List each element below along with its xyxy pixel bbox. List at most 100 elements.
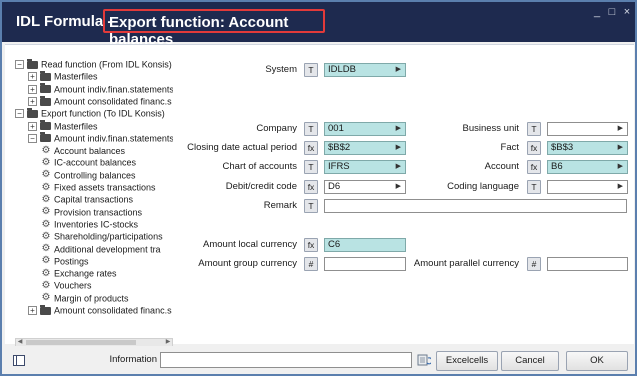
tree-folder-item[interactable]: + Amount indiv.finan.statements [28,83,173,95]
chart-of-accounts-type-button[interactable]: T [304,160,318,174]
tree-item-label: Shareholding/participations [54,231,163,242]
amount-parallel-number-button[interactable]: # [527,257,541,271]
information-field[interactable] [160,352,412,368]
tree-function-item[interactable]: ⚙ Shareholding/participations [41,230,163,242]
company-field[interactable]: 001 ▶ [324,122,406,136]
fact-formula-button[interactable]: fx [527,141,541,155]
business-unit-field[interactable]: ▶ [547,122,628,136]
amount-parallel-currency-label: Amount parallel currency [413,258,519,269]
chevron-right-icon[interactable]: ▶ [396,142,401,154]
account-label: Account [484,161,519,172]
tree-function-item[interactable]: ⚙ Provision transactions [41,206,143,218]
business-unit-type-button[interactable]: T [527,122,541,136]
coding-language-label: Coding language [447,181,519,192]
coding-language-field[interactable]: ▶ [547,180,628,194]
collapse-icon[interactable]: − [15,109,24,119]
expand-icon[interactable]: + [28,306,37,316]
amount-local-currency-label: Amount local currency [203,239,297,250]
chevron-right-icon[interactable]: ▶ [396,161,401,173]
tree-function-item[interactable]: ⚙ IC-account balances [41,156,137,169]
ok-button[interactable]: OK [566,351,628,371]
tree-function-item[interactable]: ⚙ Inventories IC-stocks [41,218,139,230]
account-field[interactable]: B6 ▶ [547,160,628,174]
scrollbar-thumb[interactable] [26,340,136,345]
tree-function-item[interactable]: ⚙ Exchange rates [41,267,117,279]
tree-function-item[interactable]: ⚙ Capital transactions [41,193,134,205]
debit-credit-formula-button[interactable]: fx [304,180,318,194]
chevron-right-icon[interactable]: ▶ [396,64,401,76]
system-field[interactable]: IDLDB ▶ [324,63,406,77]
app-title: IDL Formula - [16,13,113,30]
scroll-left-icon[interactable]: ◀ [16,339,24,346]
tree-folder-item[interactable]: + Masterfiles [28,70,98,82]
tree-folder-item[interactable]: − Read function (From IDL Konsis) [15,58,172,70]
excelcells-button[interactable]: Excelcells [436,351,498,371]
remark-type-button[interactable]: T [304,199,318,213]
tree-function-item[interactable]: ⚙ Additional development tra [41,243,161,255]
minimize-button[interactable]: _ [591,6,603,18]
account-formula-button[interactable]: fx [527,160,541,174]
excel-refresh-icon[interactable] [417,353,433,367]
chevron-right-icon[interactable]: ▶ [396,181,401,193]
tree-folder-item[interactable]: − Export function (To IDL Konsis) [15,107,165,119]
tree-folder-item[interactable]: − Amount indiv.finan.statements [28,132,173,144]
tree-folder-item[interactable]: + Amount consolidated financ.s [28,304,172,316]
chevron-right-icon[interactable]: ▶ [618,181,623,193]
expand-icon[interactable]: + [28,84,37,94]
tree-function-item[interactable]: ⚙ Account balances [41,144,126,156]
chevron-right-icon[interactable]: ▶ [618,161,623,173]
closing-date-field[interactable]: $B$2 ▶ [324,141,406,155]
amount-local-currency-field[interactable]: C6 [324,238,406,252]
amount-group-number-button[interactable]: # [304,257,318,271]
maximize-button[interactable]: □ [606,6,618,18]
gear-icon: ⚙ [41,255,51,267]
collapse-icon[interactable]: − [28,133,37,143]
gear-icon: ⚙ [41,267,51,279]
tree-item-label: Amount indiv.finan.statements [54,84,173,95]
folder-icon [40,120,51,131]
close-button[interactable]: × [621,6,633,18]
chevron-right-icon[interactable]: ▶ [396,123,401,135]
folder-icon [27,58,38,69]
tree-item-label: Amount consolidated financ.s [54,96,172,107]
panel-toggle-icon[interactable] [13,355,25,366]
coding-language-type-button[interactable]: T [527,180,541,194]
tree-folder-item[interactable]: + Amount consolidated financ.s [28,95,172,107]
folder-icon [27,107,38,118]
company-type-button[interactable]: T [304,122,318,136]
tree-function-item[interactable]: ⚙ Margin of products [41,292,129,304]
debit-credit-code-field[interactable]: D6 ▶ [324,180,406,194]
tree-function-item[interactable]: ⚙ Fixed assets transactions [41,181,156,193]
chevron-right-icon[interactable]: ▶ [618,123,623,135]
tree-item-label: Masterfiles [54,121,98,132]
expand-icon[interactable]: + [28,72,37,82]
company-label: Company [256,123,297,134]
system-type-button[interactable]: T [304,63,318,77]
chevron-right-icon[interactable]: ▶ [618,142,623,154]
tree-folder-item[interactable]: + Masterfiles [28,120,98,132]
amount-group-currency-field[interactable] [324,257,406,271]
scroll-right-icon[interactable]: ▶ [164,339,172,346]
fact-field[interactable]: $B$3 ▶ [547,141,628,155]
tree-item-label: Controlling balances [54,170,136,181]
tree-function-item[interactable]: ⚙ Postings [41,255,89,267]
tree-item-label: Provision transactions [54,207,143,218]
tree-item-label: Fixed assets transactions [54,182,156,193]
remark-field[interactable] [324,199,627,213]
closing-date-formula-button[interactable]: fx [304,141,318,155]
gear-icon: ⚙ [41,280,51,292]
chart-of-accounts-field[interactable]: IFRS ▶ [324,160,406,174]
amount-parallel-currency-field[interactable] [547,257,628,271]
collapse-icon[interactable]: − [15,60,24,70]
cancel-button[interactable]: Cancel [501,351,559,371]
amount-local-formula-button[interactable]: fx [304,238,318,252]
chart-of-accounts-value: IFRS [328,161,350,172]
function-tree[interactable]: − Read function (From IDL Konsis) + Masterf… [15,58,173,328]
expand-icon[interactable]: + [28,97,37,107]
expand-icon[interactable]: + [28,121,37,131]
tree-function-item[interactable]: ⚙ Controlling balances [41,169,136,181]
tree-function-item[interactable]: ⚙ Vouchers [41,279,92,291]
bottom-bar: Information Excelcells Cancel OK [5,346,634,374]
chart-of-accounts-label: Chart of accounts [222,161,297,172]
gear-icon: ⚙ [41,157,51,169]
